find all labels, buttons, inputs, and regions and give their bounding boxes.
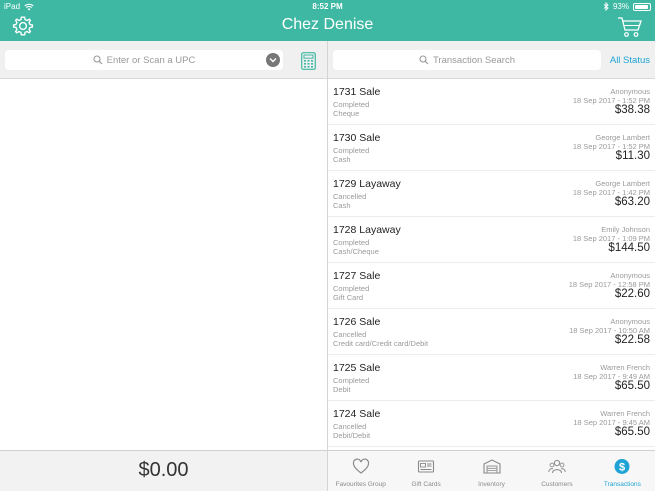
- dollar-icon: $: [614, 459, 630, 474]
- transaction-row[interactable]: 1726 Sale Cancelled Credit card/Credit car…: [328, 309, 655, 355]
- transaction-payment-method: Cash/Cheque: [333, 247, 379, 256]
- upc-search-placeholder: Enter or Scan a UPC: [106, 54, 196, 66]
- transaction-customer: Emily Johnson: [601, 225, 650, 234]
- transaction-customer: Anonymous: [610, 87, 650, 96]
- tab-transactions[interactable]: $ Transactions: [590, 451, 655, 491]
- customers-icon: [548, 459, 566, 474]
- tab-bar: Favourites Group Gift Cards Inventory Custo…: [328, 450, 655, 491]
- transaction-status: Completed: [333, 284, 370, 293]
- transaction-payment-method: Gift Card: [333, 293, 364, 302]
- warehouse-icon: [482, 459, 501, 474]
- transaction-amount: $65.50: [614, 380, 650, 392]
- heart-icon: [352, 458, 369, 474]
- battery-icon: [633, 2, 651, 11]
- transaction-amount: $38.38: [614, 104, 650, 116]
- transaction-customer: George Lambert: [595, 179, 650, 188]
- cart-icon[interactable]: [617, 15, 643, 39]
- tab-customers[interactable]: Customers: [524, 451, 589, 491]
- transaction-title: 1726 Sale: [333, 316, 381, 328]
- transaction-customer: Warren French: [600, 363, 650, 372]
- battery-percent: 93%: [612, 2, 629, 11]
- transaction-title: 1727 Sale: [333, 270, 381, 282]
- transaction-list[interactable]: 1731 Sale Completed Cheque Anonymous 18 Sep …: [328, 79, 655, 450]
- transaction-status: Cancelled: [333, 330, 367, 339]
- battery-fill: [635, 4, 649, 9]
- status-bar: iPad 8:52 PM 93%: [0, 0, 655, 13]
- svg-text:$: $: [619, 462, 625, 474]
- transaction-title: 1724 Sale: [333, 408, 381, 420]
- transaction-row[interactable]: 1730 Sale Completed Cash George Lambert 18 S…: [328, 125, 655, 171]
- transaction-amount: $11.30: [615, 150, 650, 162]
- transaction-title: 1729 Layaway: [333, 178, 401, 190]
- search-icon: [419, 55, 429, 65]
- transaction-row[interactable]: 1731 Sale Completed Cheque Anonymous 18 Sep …: [328, 79, 655, 125]
- transaction-customer: George Lambert: [595, 133, 650, 142]
- status-filter-button[interactable]: All Status: [610, 55, 650, 66]
- transaction-row[interactable]: 1724 Sale Cancelled Debit/Debit Warren Fren…: [328, 401, 655, 447]
- transaction-customer: Anonymous: [610, 317, 650, 326]
- upc-search-bar: Enter or Scan a UPC: [0, 41, 327, 79]
- transaction-search-input[interactable]: Transaction Search: [333, 50, 601, 70]
- transaction-row[interactable]: 1728 Layaway Completed Cash/Cheque Emily Jo…: [328, 217, 655, 263]
- app-title: Chez Denise: [281, 16, 374, 33]
- tab-label: Favourites Group: [335, 481, 386, 488]
- bluetooth-icon: [603, 2, 609, 11]
- transaction-amount: $144.50: [608, 242, 650, 254]
- transaction-status: Completed: [333, 238, 370, 247]
- transaction-payment-method: Debit: [333, 385, 351, 394]
- transaction-customer: Warren French: [600, 409, 650, 418]
- chevron-down-icon[interactable]: [266, 53, 280, 67]
- transaction-search-placeholder: Transaction Search: [432, 54, 516, 66]
- navigation-bar: Chez Denise: [0, 13, 655, 41]
- transaction-title: 1731 Sale: [333, 86, 381, 98]
- transaction-status: Completed: [333, 376, 370, 385]
- transaction-payment-method: Cash: [333, 201, 351, 210]
- transaction-title: 1728 Layaway: [333, 224, 401, 236]
- transaction-customer: Anonymous: [610, 271, 650, 280]
- transaction-status: Cancelled: [333, 422, 367, 431]
- transaction-search-bar: Transaction Search All Status: [328, 41, 655, 79]
- transaction-row[interactable]: 1727 Sale Completed Gift Card Anonymous 18 S…: [328, 263, 655, 309]
- cart-total: $0.00: [138, 459, 189, 481]
- cart-total-bar: $0.00: [0, 450, 327, 491]
- search-icon: [93, 55, 103, 65]
- gift-card-icon: [418, 460, 435, 473]
- status-time: 8:52 PM: [312, 2, 343, 11]
- transaction-status: Completed: [333, 146, 370, 155]
- tab-label: Customers: [541, 481, 573, 488]
- transaction-amount: $63.20: [614, 196, 650, 208]
- transaction-payment-method: Credit card/Credit card/Debit: [333, 339, 429, 348]
- status-right: 93%: [603, 2, 651, 11]
- transaction-amount: $22.58: [614, 334, 650, 346]
- transaction-row[interactable]: 1725 Sale Completed Debit Warren French 18 S…: [328, 355, 655, 401]
- calculator-icon[interactable]: [301, 52, 316, 70]
- transaction-amount: $22.60: [614, 288, 650, 300]
- tab-favourites-group[interactable]: Favourites Group: [328, 451, 393, 491]
- transaction-status: Completed: [333, 100, 370, 109]
- transaction-payment-method: Cheque: [333, 109, 360, 118]
- transaction-row[interactable]: 1729 Layaway Cancelled Cash George Lambert 1…: [328, 171, 655, 217]
- transaction-payment-method: Cash: [333, 155, 351, 164]
- transaction-title: 1730 Sale: [333, 132, 381, 144]
- transaction-amount: $65.50: [614, 426, 650, 438]
- tab-label: Gift Cards: [411, 481, 441, 488]
- upc-search-input[interactable]: Enter or Scan a UPC: [5, 50, 283, 70]
- transaction-status: Cancelled: [333, 192, 367, 201]
- tab-label: Transactions: [603, 481, 641, 488]
- tab-inventory[interactable]: Inventory: [459, 451, 524, 491]
- transaction-title: 1725 Sale: [333, 362, 381, 374]
- tab-gift-cards[interactable]: Gift Cards: [393, 451, 458, 491]
- transaction-payment-method: Debit/Debit: [333, 431, 371, 440]
- tab-label: Inventory: [478, 481, 505, 488]
